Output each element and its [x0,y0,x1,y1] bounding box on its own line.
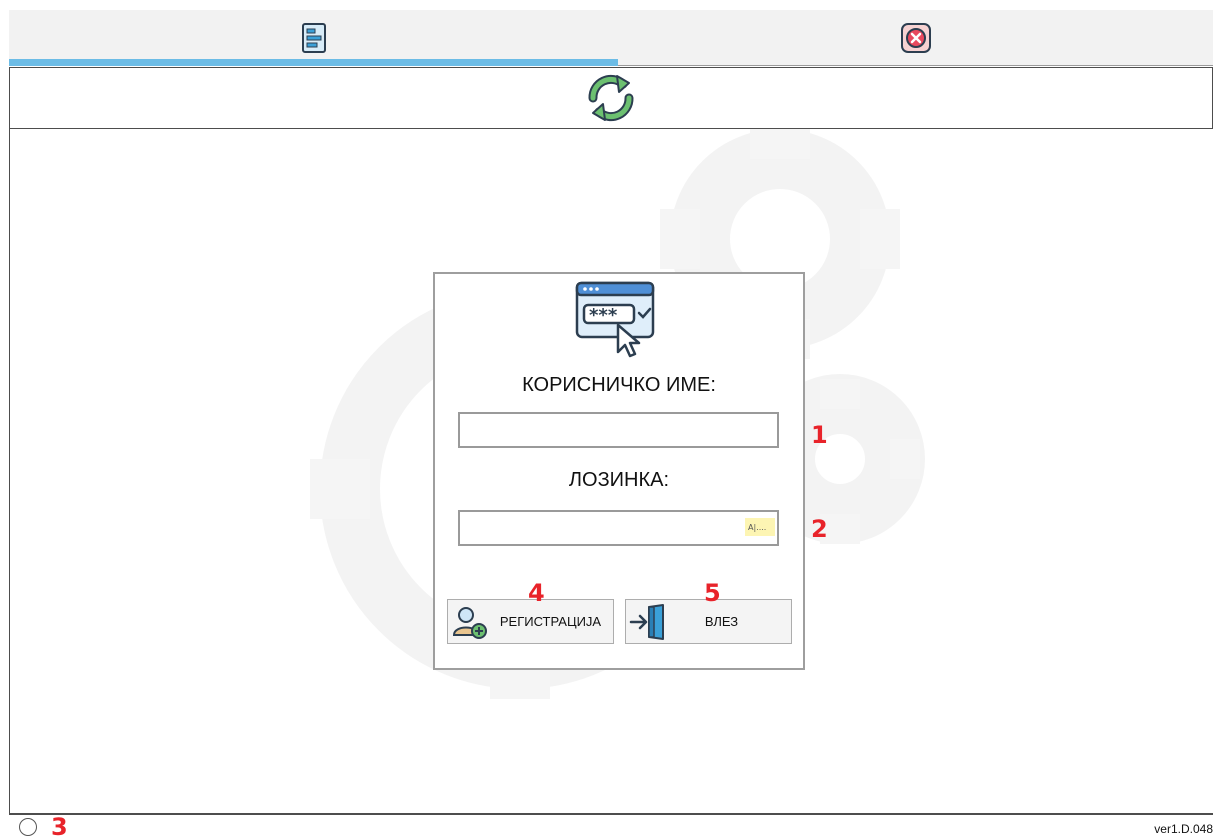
tab-bar [0,0,1213,67]
add-user-icon [452,607,487,639]
annotation-marker-5: 5 [704,579,721,607]
version-label: ver1.D.048 [1154,822,1213,836]
refresh-arrows-icon [588,74,634,122]
password-label: ЛОЗИНКА: [568,469,670,491]
tab-form[interactable] [9,10,618,66]
toolbar [9,67,1213,129]
annotation-marker-1: 1 [811,421,828,449]
refresh-button[interactable] [580,69,642,127]
close-red-icon [900,23,931,53]
annotation-marker-4: 4 [528,579,545,607]
keyboard-layout-icon: A|.... [745,518,775,536]
tab-close[interactable] [618,10,1213,66]
password-input[interactable] [458,510,779,546]
app-window: *** КОРИСНИЧКО ИМЕ: ЛОЗИНКА: A|.... РЕГИ… [0,0,1213,838]
main-content: *** КОРИСНИЧКО ИМЕ: ЛОЗИНКА: A|.... РЕГИ… [9,129,1213,815]
username-input[interactable] [458,412,779,448]
register-button-label: РЕГИСТРАЦИЈА [499,614,602,629]
annotation-marker-3: 3 [51,813,68,838]
svg-text:***: *** [589,305,618,326]
login-panel: *** КОРИСНИЧКО ИМЕ: ЛОЗИНКА: A|.... РЕГИ… [433,272,805,670]
login-button-label: ВЛЕЗ [704,614,739,629]
username-label: КОРИСНИЧКО ИМЕ: [522,374,716,396]
status-indicator [19,818,37,836]
password-login-icon: *** [575,281,655,358]
annotation-marker-2: 2 [811,515,828,543]
form-document-icon [301,23,326,53]
